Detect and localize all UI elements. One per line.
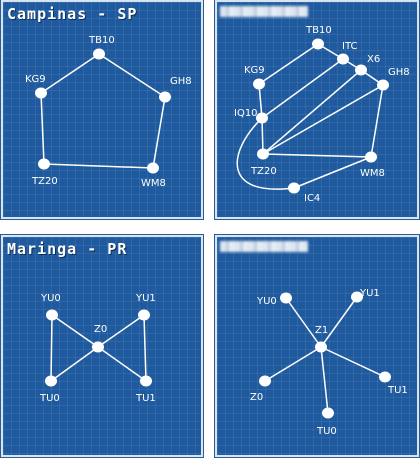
node-z0 <box>92 341 104 353</box>
graph-top-right: TB10 ITC X6 KG9 GH8 IQ10 TZ20 WM8 IC4 <box>234 25 410 204</box>
label-yu0: YU0 <box>40 293 61 304</box>
edge <box>320 346 386 378</box>
label-gh8: GH8 <box>170 76 192 87</box>
node-yu0 <box>280 292 292 304</box>
node-tz20 <box>257 148 269 160</box>
label-z0: Z0 <box>250 392 263 403</box>
edge <box>264 346 322 382</box>
graph-maringa: YU0 YU1 Z0 TU0 TU1 <box>39 293 156 404</box>
label-yu1: YU1 <box>359 288 380 299</box>
node-tu1 <box>379 371 391 383</box>
edge <box>40 53 100 94</box>
node-itc <box>337 53 349 65</box>
edge <box>285 297 322 348</box>
label-gh8: GH8 <box>388 67 410 78</box>
edge <box>50 314 53 382</box>
panel-maringa: Maringa - PR YU0 YU1 Z0 TU0 TU1 <box>0 234 204 458</box>
edge <box>261 58 344 119</box>
edge <box>43 163 154 169</box>
edge <box>152 96 166 169</box>
label-x6: X6 <box>367 54 380 65</box>
label-kg9: KG9 <box>244 65 265 76</box>
label-tu1: TU1 <box>387 385 408 396</box>
node-gh8 <box>377 79 389 91</box>
node-tz20 <box>38 158 50 170</box>
label-tb10: TB10 <box>88 35 115 46</box>
graph-bottom-right: YU0 YU1 Z1 Z0 TU1 TU0 <box>250 288 408 437</box>
label-yu1: YU1 <box>135 293 156 304</box>
edge <box>143 314 147 382</box>
label-kg9: KG9 <box>25 74 46 85</box>
label-tb10: TB10 <box>305 25 332 36</box>
panel-top-right: TB10 ITC X6 KG9 GH8 IQ10 TZ20 WM8 IC4 <box>214 0 420 220</box>
node-tu0 <box>45 375 57 387</box>
edge <box>262 84 384 155</box>
edge <box>320 346 329 414</box>
edge <box>262 153 372 158</box>
label-tu0: TU0 <box>316 426 337 437</box>
edge <box>51 314 99 348</box>
node-tb10 <box>312 38 324 50</box>
node-ic4 <box>288 182 300 194</box>
node-wm8 <box>147 162 159 174</box>
node-tu1 <box>140 375 152 387</box>
label-tu1: TU1 <box>135 393 156 404</box>
label-z0: Z0 <box>94 324 107 335</box>
label-tz20: TZ20 <box>31 176 58 187</box>
edge <box>258 43 319 85</box>
edge <box>370 84 384 158</box>
edge <box>98 53 166 98</box>
edge <box>262 69 362 155</box>
label-wm8: WM8 <box>360 168 385 179</box>
label-tz20: TZ20 <box>250 166 277 177</box>
label-wm8: WM8 <box>141 178 166 189</box>
label-iq10: IQ10 <box>234 108 258 119</box>
label-z1: Z1 <box>315 325 328 336</box>
graph-campinas: TB10 KG9 GH8 TZ20 WM8 <box>25 35 192 189</box>
label-itc: ITC <box>342 41 357 52</box>
node-kg9 <box>253 78 265 90</box>
panel-bottom-right: YU0 YU1 Z1 Z0 TU1 TU0 <box>214 234 420 458</box>
label-tu0: TU0 <box>39 393 60 404</box>
node-tu0 <box>322 407 334 419</box>
node-wm8 <box>365 151 377 163</box>
node-iq10 <box>256 112 268 124</box>
panel-campinas: Campinas - SP TB10 KG9 GH8 TZ20 WM8 <box>0 0 204 220</box>
edge <box>97 346 147 382</box>
node-z0 <box>259 375 271 387</box>
node-x6 <box>355 64 367 76</box>
node-kg9 <box>35 87 47 99</box>
node-tb10 <box>93 48 105 60</box>
node-yu0 <box>46 309 58 321</box>
label-ic4: IC4 <box>304 193 320 204</box>
edge <box>40 92 45 165</box>
node-z1 <box>315 341 327 353</box>
node-gh8 <box>159 91 171 103</box>
edge <box>50 346 99 382</box>
label-yu0: YU0 <box>256 296 277 307</box>
node-yu1 <box>138 309 150 321</box>
edge <box>320 296 358 348</box>
